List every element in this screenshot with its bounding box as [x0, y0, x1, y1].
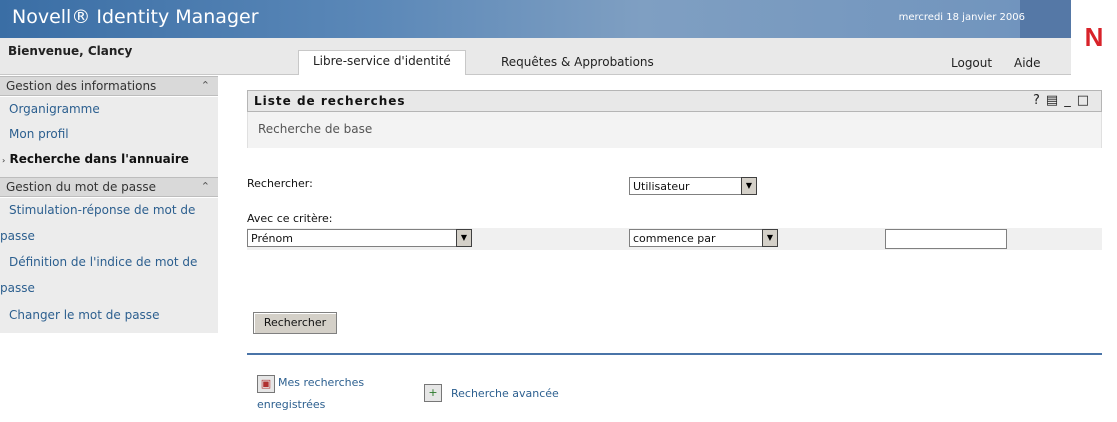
criteria-label: Avec ce critère:: [247, 212, 333, 225]
panel-controls: ?▤_□: [1033, 93, 1095, 108]
dropdown-arrow-icon[interactable]: ▼: [741, 177, 757, 195]
sidebar-section-title: Gestion du mot de passe: [6, 180, 156, 194]
top-nav-strip: Bienvenue, Clancy Libre-service d'identi…: [0, 38, 1071, 75]
panel-divider: [247, 353, 1102, 355]
maximize-icon[interactable]: □: [1077, 93, 1095, 108]
criteria-field-select[interactable]: Prénom ▼: [247, 229, 472, 247]
search-type-label: Rechercher:: [247, 177, 313, 190]
sidebar-item-indice-mot-de-passe[interactable]: Définition de l'indice de mot de: [9, 255, 197, 269]
panel-header: Liste de recherches ?▤_□: [247, 90, 1102, 112]
sidebar: Gestion des informations ⌃ Organigramme …: [0, 75, 220, 422]
advanced-search-link[interactable]: Recherche avancée: [451, 386, 559, 402]
app-title: Novell® Identity Manager: [12, 6, 259, 28]
sidebar-section-info-header[interactable]: Gestion des informations ⌃: [0, 76, 218, 96]
minimize-icon[interactable]: _: [1064, 93, 1077, 108]
sidebar-item-changer-mot-de-passe[interactable]: Changer le mot de passe: [9, 308, 159, 322]
sidebar-section-password-header[interactable]: Gestion du mot de passe ⌃: [0, 177, 218, 197]
sidebar-item-label: Recherche dans l'annuaire: [9, 152, 189, 166]
panel-subheader: Recherche de base: [247, 112, 1102, 148]
welcome-text: Bienvenue, Clancy: [8, 44, 133, 58]
criteria-operator-select[interactable]: commence par ▼: [629, 229, 778, 247]
criteria-operator-value: commence par: [633, 232, 716, 245]
dropdown-arrow-icon[interactable]: ▼: [762, 229, 778, 247]
sidebar-section-title: Gestion des informations: [6, 79, 157, 93]
sidebar-item-indice-mot-de-passe-cont[interactable]: passe: [0, 281, 35, 295]
sidebar-item-stimulation-reponse-cont[interactable]: passe: [0, 229, 35, 243]
advanced-search-icon[interactable]: +: [424, 384, 442, 402]
search-mode-title: Recherche de base: [258, 122, 373, 136]
panel-title: Liste de recherches: [254, 94, 406, 108]
search-type-value: Utilisateur: [633, 180, 690, 193]
tab-requetes-approbations[interactable]: Requêtes & Approbations: [487, 52, 668, 75]
collapse-icon[interactable]: ⌃: [201, 180, 210, 193]
search-type-select[interactable]: Utilisateur ▼: [629, 177, 757, 195]
logout-link[interactable]: Logout: [951, 56, 992, 70]
tab-libre-service[interactable]: Libre-service d'identité: [298, 50, 466, 75]
criteria-value-input[interactable]: [885, 229, 1007, 249]
saved-searches-link[interactable]: Mes recherches: [278, 375, 364, 391]
print-icon[interactable]: ▤: [1046, 93, 1064, 108]
sidebar-section-info-body: Organigramme Mon profil › Recherche dans…: [0, 97, 218, 177]
dropdown-arrow-icon[interactable]: ▼: [456, 229, 472, 247]
saved-searches-link-cont[interactable]: enregistrées: [257, 397, 325, 413]
help-icon[interactable]: ?: [1033, 93, 1046, 108]
search-button[interactable]: Rechercher: [253, 312, 337, 334]
app-banner: Novell® Identity Manager mercredi 18 jan…: [0, 0, 1071, 38]
sidebar-item-recherche-annuaire[interactable]: › Recherche dans l'annuaire: [2, 152, 189, 166]
criteria-field-value: Prénom: [251, 232, 293, 245]
novell-logo: N: [1071, 0, 1117, 75]
banner-date-block: [1020, 0, 1071, 38]
sidebar-item-organigramme[interactable]: Organigramme: [9, 102, 100, 116]
collapse-icon[interactable]: ⌃: [201, 79, 210, 92]
search-list-panel: Liste de recherches ?▤_□ Recherche de ba…: [247, 90, 1102, 422]
sidebar-section-password-body: Stimulation-réponse de mot de passe Défi…: [0, 198, 218, 333]
help-link[interactable]: Aide: [1014, 56, 1041, 70]
current-date: mercredi 18 janvier 2006: [898, 12, 1025, 23]
current-marker-icon: ›: [2, 156, 6, 165]
saved-searches-icon[interactable]: ▣: [257, 375, 275, 393]
sidebar-item-stimulation-reponse[interactable]: Stimulation-réponse de mot de: [9, 203, 195, 217]
sidebar-item-mon-profil[interactable]: Mon profil: [9, 127, 69, 141]
